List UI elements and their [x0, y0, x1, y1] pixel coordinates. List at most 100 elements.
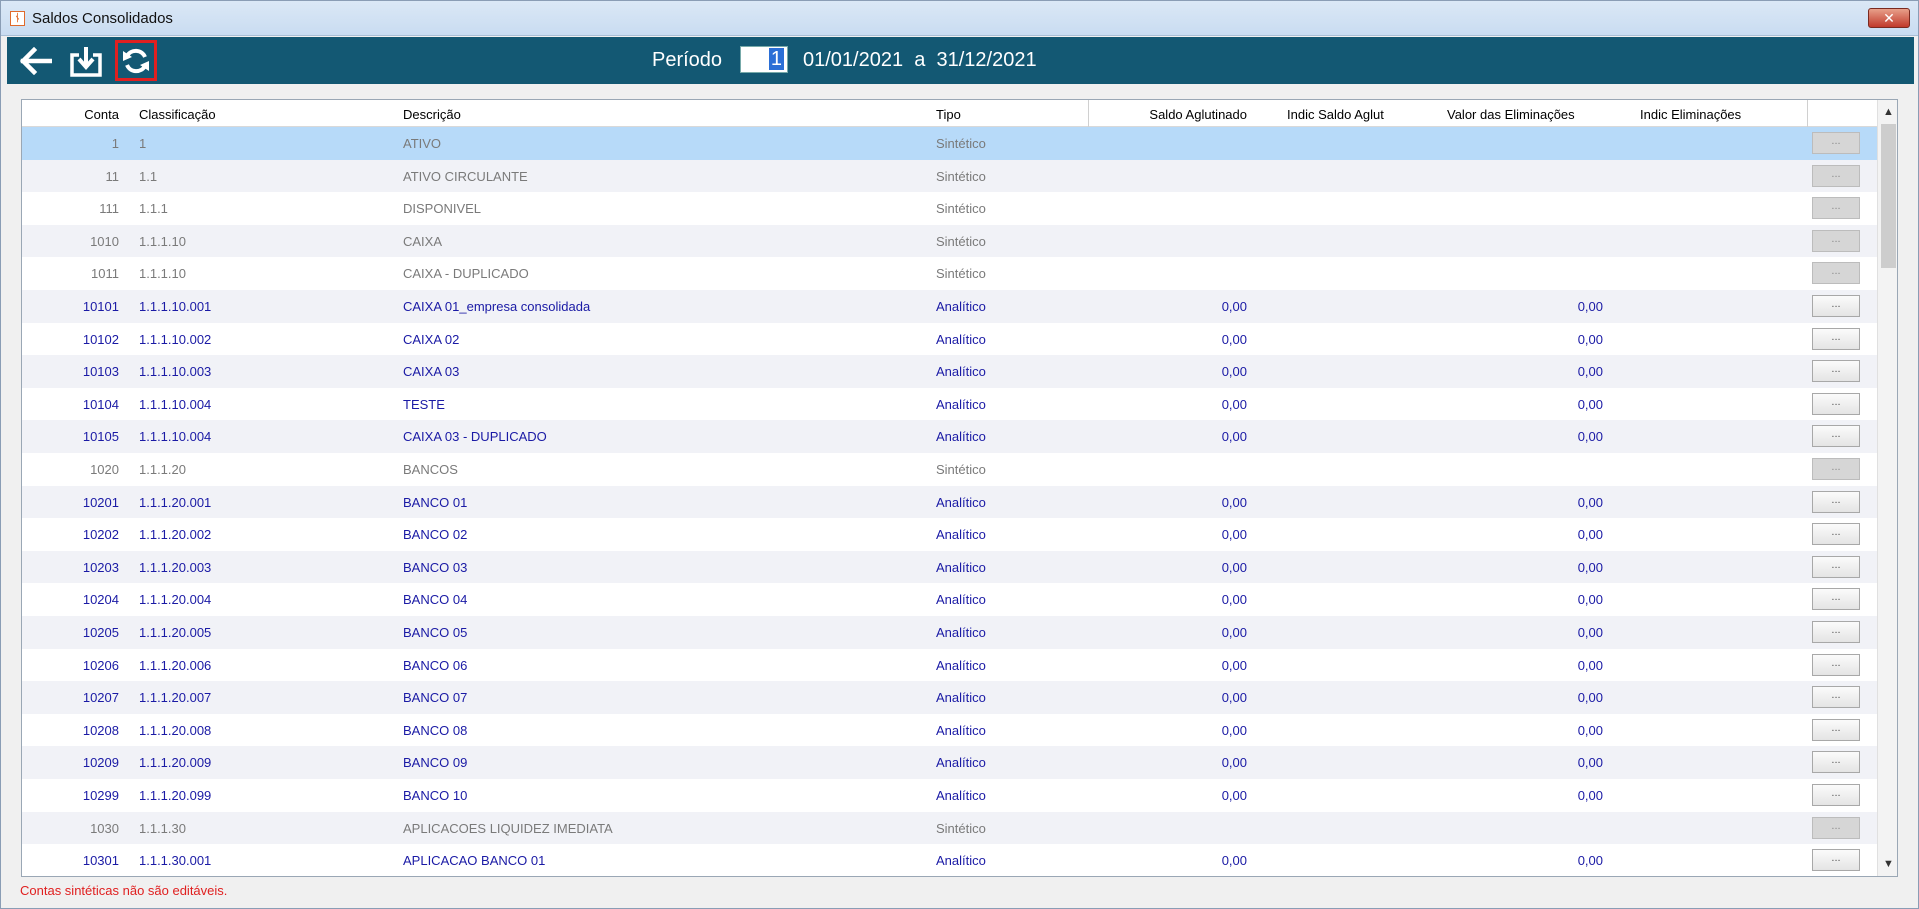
header-valor-eliminacoes[interactable]: Valor das Eliminações — [1447, 107, 1575, 122]
vertical-scrollbar[interactable]: ▲ ▼ — [1877, 100, 1897, 876]
row-details-button[interactable]: ... — [1812, 621, 1860, 643]
cell-valor-eliminacoes: 0,00 — [1577, 559, 1603, 575]
refresh-button[interactable] — [115, 40, 157, 81]
cell-tipo: Analítico — [936, 559, 986, 575]
header-saldo-aglutinado[interactable]: Saldo Aglutinado — [1149, 107, 1247, 122]
row-details-button[interactable]: ... — [1812, 718, 1860, 741]
row-details-button[interactable]: ... — [1812, 686, 1860, 709]
header-descricao[interactable]: Descrição — [403, 107, 461, 122]
table-row[interactable]: 10299 1.1.1.20.099 BANCO 10 Analítico 0,00 0,… — [22, 779, 1877, 812]
row-details-button[interactable]: ... — [1812, 229, 1860, 252]
cell-classificacao: 1.1.1.20.099 — [139, 788, 212, 803]
cell-descricao: BANCO 09 — [403, 755, 468, 771]
row-details-button[interactable]: ... — [1812, 132, 1860, 154]
cell-classificacao: 1.1.1.10 — [139, 266, 186, 282]
row-details-button[interactable]: ... — [1812, 458, 1860, 480]
cell-conta: 1 — [111, 136, 119, 151]
cell-classificacao: 1.1.1.30.001 — [139, 853, 212, 869]
cell-conta: 10204 — [82, 592, 119, 608]
table-row[interactable]: 10208 1.1.1.20.008 BANCO 08 Analítico 0,00 0,… — [22, 713, 1877, 747]
cell-conta: 10301 — [82, 853, 119, 869]
table-row[interactable]: 10301 1.1.1.30.001 APLICACAO BANCO 01 Analí… — [22, 844, 1877, 876]
header-indic-eliminacoes[interactable]: Indic Eliminações — [1640, 107, 1741, 122]
table-row[interactable]: 10102 1.1.1.10.002 CAIXA 02 Analítico 0,00 0,… — [22, 322, 1877, 356]
table-row[interactable]: 1 1 ATIVO Sintético... — [22, 127, 1877, 160]
row-details-button[interactable]: ... — [1812, 295, 1860, 317]
row-details-button[interactable]: ... — [1812, 653, 1860, 676]
table-row[interactable]: 11 1.1 ATIVO CIRCULANTE Sintético... — [22, 159, 1877, 193]
row-details-button[interactable]: ... — [1812, 816, 1860, 839]
cell-descricao: APLICACOES LIQUIDEZ IMEDIATA — [403, 820, 613, 836]
row-details-button[interactable]: ... — [1812, 262, 1860, 285]
scroll-up-icon[interactable]: ▲ — [1878, 102, 1897, 122]
cell-classificacao: 1 — [139, 136, 147, 151]
cell-valor-eliminacoes: 0,00 — [1577, 722, 1603, 738]
cell-classificacao: 1.1.1.20.008 — [139, 722, 212, 738]
periodo-range: 01/01/2021 a 31/12/2021 — [803, 49, 1037, 72]
cell-classificacao: 1.1.1.10.002 — [139, 331, 212, 347]
cell-tipo: Analítico — [936, 657, 986, 673]
table-row[interactable]: 10203 1.1.1.20.003 BANCO 03 Analítico 0,00 0,… — [22, 550, 1877, 584]
cell-descricao: CAIXA - DUPLICADO — [403, 266, 529, 282]
table-row[interactable]: 10204 1.1.1.20.004 BANCO 04 Analítico 0,00 0,… — [22, 583, 1877, 616]
date-separator: a — [914, 49, 926, 71]
row-details-button[interactable]: ... — [1812, 392, 1860, 415]
cell-tipo: Analítico — [936, 755, 986, 771]
table-row[interactable]: 10209 1.1.1.20.009 BANCO 09 Analítico 0,00 0,… — [22, 746, 1877, 779]
row-details-button[interactable]: ... — [1812, 849, 1860, 872]
table-row[interactable]: 1020 1.1.1.20 BANCOS Sintético... — [22, 453, 1877, 486]
row-details-button[interactable]: ... — [1812, 751, 1860, 774]
cell-tipo: Sintético — [936, 266, 986, 282]
row-details-button[interactable]: ... — [1812, 490, 1860, 513]
cell-descricao: CAIXA 01_empresa consolidada — [403, 299, 591, 314]
cell-descricao: ATIVO CIRCULANTE — [403, 168, 528, 184]
row-details-button[interactable]: ... — [1812, 197, 1860, 220]
cell-saldo-aglutinado: 0,00 — [1221, 788, 1247, 803]
table-row[interactable]: 1030 1.1.1.30 APLICACOES LIQUIDEZ IMEDIATA… — [22, 811, 1877, 845]
scroll-thumb[interactable] — [1881, 124, 1896, 268]
table-row[interactable]: 10205 1.1.1.20.005 BANCO 05 Analítico 0,00 0,… — [22, 616, 1877, 649]
header-indic-saldo-aglut[interactable]: Indic Saldo Aglut — [1287, 107, 1384, 122]
back-arrow-icon — [20, 46, 52, 75]
cell-valor-eliminacoes: 0,00 — [1577, 429, 1603, 445]
table-row[interactable]: 10202 1.1.1.20.002 BANCO 02 Analítico 0,00 0,… — [22, 518, 1877, 551]
app-icon: ᚾ — [10, 11, 25, 26]
table-row[interactable]: 10206 1.1.1.20.006 BANCO 06 Analítico 0,00 0,… — [22, 648, 1877, 682]
table-row[interactable]: 1010 1.1.1.10 CAIXA Sintético... — [22, 224, 1877, 258]
cell-descricao: BANCO 05 — [403, 625, 468, 640]
row-details-button[interactable]: ... — [1812, 555, 1860, 578]
row-details-button[interactable]: ... — [1812, 164, 1860, 187]
cell-tipo: Analítico — [936, 364, 986, 380]
cell-valor-eliminacoes: 0,00 — [1577, 657, 1603, 673]
cell-descricao: CAIXA — [403, 233, 443, 249]
row-details-button[interactable]: ... — [1812, 784, 1860, 806]
row-details-button[interactable]: ... — [1812, 523, 1860, 546]
table-row[interactable]: 10201 1.1.1.20.001 BANCO 01 Analítico 0,00 0,… — [22, 485, 1877, 519]
download-icon — [70, 46, 102, 77]
close-button[interactable]: ✕ — [1868, 8, 1910, 28]
table-row[interactable]: 111 1.1.1 DISPONIVEL Sintético... — [22, 192, 1877, 225]
row-details-button[interactable]: ... — [1812, 588, 1860, 611]
cell-saldo-aglutinado: 0,00 — [1221, 625, 1247, 640]
table-row[interactable]: 10104 1.1.1.10.004 TESTE Analítico 0,00 0,00.… — [22, 387, 1877, 421]
back-button[interactable] — [15, 40, 57, 81]
cell-classificacao: 1.1.1 — [139, 201, 168, 217]
row-details-button[interactable]: ... — [1812, 425, 1860, 448]
header-tipo[interactable]: Tipo — [936, 107, 961, 122]
scroll-down-icon[interactable]: ▼ — [1878, 854, 1897, 874]
table-row[interactable]: 10103 1.1.1.10.003 CAIXA 03 Analítico 0,00 0,… — [22, 355, 1877, 388]
periodo-input[interactable]: 1 — [740, 46, 788, 73]
header-conta[interactable]: Conta — [84, 107, 119, 122]
title-bar[interactable]: ᚾ Saldos Consolidados ✕ — [1, 1, 1918, 36]
table-row[interactable]: 10101 1.1.1.10.001 CAIXA 01_empresa consol… — [22, 290, 1877, 323]
row-details-button[interactable]: ... — [1812, 360, 1860, 383]
table-row[interactable]: 10105 1.1.1.10.004 CAIXA 03 - DUPLICADO Ana… — [22, 420, 1877, 453]
download-button[interactable] — [65, 40, 107, 81]
cell-descricao: BANCO 06 — [403, 657, 468, 673]
table-row[interactable]: 1011 1.1.1.10 CAIXA - DUPLICADO Sintético..… — [22, 257, 1877, 290]
cell-tipo: Analítico — [936, 429, 986, 445]
header-classificacao[interactable]: Classificação — [139, 107, 216, 122]
table-row[interactable]: 10207 1.1.1.20.007 BANCO 07 Analítico 0,00 0,… — [22, 681, 1877, 714]
row-details-button[interactable]: ... — [1812, 327, 1860, 350]
date-to: 31/12/2021 — [936, 49, 1037, 71]
